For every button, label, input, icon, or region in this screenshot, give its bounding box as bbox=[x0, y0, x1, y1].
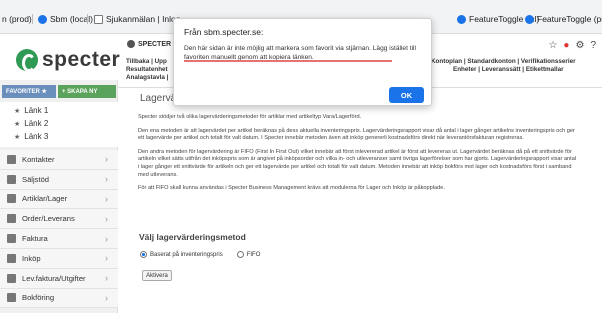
specter-logo-icon bbox=[16, 49, 38, 72]
sidebar: FAVORITER ★ + SKAPA NY ★ Länk 1 ★ Länk 2 ★… bbox=[0, 80, 118, 313]
bookmark-featuretoggle-prod[interactable]: FeatureToggle (prod) bbox=[525, 14, 602, 24]
description-paragraph: Specter stödjer två olika lagervärdering… bbox=[138, 114, 362, 120]
bookmark-separator bbox=[32, 14, 33, 24]
sidebar-buttons: FAVORITER ★ + SKAPA NY bbox=[0, 85, 116, 98]
supplier-invoice-icon bbox=[7, 273, 16, 283]
cart-icon bbox=[7, 214, 16, 224]
description-paragraph: Den andra metoden för lagervärdering är … bbox=[138, 148, 577, 178]
valuation-method-options: Baserat på inventeringspris FIFO bbox=[140, 251, 260, 258]
favorite-link[interactable]: ★ Länk 1 bbox=[14, 104, 118, 117]
radio-unchecked-icon[interactable] bbox=[236, 251, 244, 258]
ok-button[interactable]: OK bbox=[389, 87, 424, 103]
sidebar-item-label: Bokföring bbox=[22, 293, 55, 303]
contacts-icon bbox=[7, 154, 16, 164]
section-title: Välj lagervärderingsmetod bbox=[139, 232, 246, 242]
sidebar-item-bokforing[interactable]: Bokföring › bbox=[0, 288, 118, 309]
annotation-underline bbox=[184, 60, 392, 62]
subnav-links[interactable]: Tillbaka | Upp bbox=[126, 58, 167, 66]
app-title-text: SPECTER A bbox=[138, 40, 178, 48]
favorite-link[interactable]: ★ Länk 2 bbox=[14, 117, 118, 130]
star-icon: ★ bbox=[14, 133, 21, 141]
settings-icon[interactable]: ⚙ bbox=[575, 40, 584, 51]
star-icon: ★ bbox=[14, 120, 21, 128]
create-new-button[interactable]: + SKAPA NY bbox=[58, 85, 116, 98]
notification-icon[interactable]: ● bbox=[563, 40, 569, 51]
sidebar-item-label: Säljstöd bbox=[22, 174, 50, 184]
subnav-links[interactable]: Analagstavla | bbox=[126, 74, 168, 82]
ledger-icon bbox=[7, 293, 16, 303]
sidebar-item-label: Faktura bbox=[22, 234, 48, 244]
chevron-right-icon: › bbox=[105, 233, 108, 244]
radio-fifo[interactable]: FIFO bbox=[236, 251, 261, 258]
sidebar-item-artiklar-lager[interactable]: Artiklar/Lager › bbox=[0, 189, 118, 210]
star-icon: ★ bbox=[14, 107, 21, 115]
dialog-title: Från sbm.specter.se: bbox=[184, 27, 264, 37]
sidebar-item-inkop[interactable]: Inköp › bbox=[0, 248, 118, 269]
chevron-right-icon: › bbox=[105, 213, 108, 224]
description-paragraph: För att FIFO skall kunna användas i Spec… bbox=[138, 185, 445, 192]
star-icon[interactable]: ☆ bbox=[548, 40, 557, 51]
sidebar-item-lev-faktura[interactable]: Lev.faktura/Utgifter › bbox=[0, 268, 118, 289]
sidebar-item-faktura[interactable]: Faktura › bbox=[0, 229, 118, 249]
document-icon bbox=[94, 14, 103, 24]
chevron-right-icon: › bbox=[105, 193, 108, 204]
bookmark-prod[interactable]: n (prod) bbox=[2, 14, 32, 24]
favorite-link[interactable]: ★ Länk 3 bbox=[14, 130, 118, 143]
favorites-list: ★ Länk 1 ★ Länk 2 ★ Länk 3 bbox=[0, 102, 118, 147]
radio-label: FIFO bbox=[246, 251, 261, 258]
sidebar-item-order-leverans[interactable]: Order/Leverans › bbox=[0, 209, 118, 230]
favorite-label: Länk 1 bbox=[24, 106, 49, 115]
globe-icon bbox=[38, 14, 47, 24]
favorite-label: Länk 3 bbox=[24, 132, 49, 141]
activate-button[interactable]: Aktivera bbox=[142, 270, 172, 281]
chevron-right-icon: › bbox=[105, 253, 108, 264]
bookmark-separator bbox=[87, 14, 88, 24]
sidebar-item-label: Inköp bbox=[22, 253, 41, 263]
sidebar-item-saljstod[interactable]: Säljstöd › bbox=[0, 169, 118, 190]
tag-icon bbox=[7, 194, 16, 204]
favorites-button[interactable]: FAVORITER ★ bbox=[2, 85, 56, 98]
chevron-right-icon: › bbox=[105, 154, 108, 165]
logo-text: specter bbox=[42, 48, 121, 71]
sidebar-item-label: Artiklar/Lager bbox=[22, 194, 68, 204]
subnav-links[interactable]: Resultatenhet bbox=[126, 66, 168, 74]
sidebar-item-label: Lev.faktura/Utgifter bbox=[22, 273, 86, 283]
globe-icon bbox=[457, 14, 466, 24]
chevron-right-icon: › bbox=[105, 174, 108, 185]
bookmark-label: n (prod) bbox=[2, 14, 32, 24]
radio-checked-icon[interactable] bbox=[140, 251, 147, 258]
bookmark-label: FeatureToggle (prod) bbox=[537, 14, 602, 24]
help-icon[interactable]: ? bbox=[590, 40, 596, 51]
globe-icon bbox=[525, 14, 534, 24]
sidebar-item-label: Order/Leverans bbox=[22, 214, 75, 224]
description: Specter stödjer två olika lagervärdering… bbox=[138, 114, 578, 199]
purchase-icon bbox=[7, 253, 16, 263]
header-icons: ☆ ● ⚙ ? bbox=[548, 40, 596, 51]
chevron-right-icon: › bbox=[105, 292, 108, 303]
chevron-right-icon: › bbox=[105, 273, 108, 284]
sidebar-item-kontakter[interactable]: Kontakter › bbox=[0, 150, 118, 170]
app-title: SPECTER A bbox=[127, 40, 178, 48]
radio-inventory-price[interactable]: Baserat på inventeringspris bbox=[140, 251, 223, 258]
description-paragraph: Den ena metoden är att lagervärdet per a… bbox=[138, 127, 575, 142]
specter-logo[interactable]: specter bbox=[16, 48, 120, 72]
favorite-label: Länk 2 bbox=[24, 119, 49, 128]
bookmark-sbm-local[interactable]: Sbm (local) bbox=[38, 14, 93, 24]
radio-label: Baserat på inventeringspris bbox=[150, 251, 223, 258]
invoice-icon bbox=[7, 234, 16, 244]
sidebar-menu: Kontakter › Säljstöd › Artiklar/Lager › Ord… bbox=[0, 150, 118, 309]
sales-icon bbox=[7, 174, 16, 184]
subnav-links[interactable]: Kontoplan | Standardkonton | Verifikatio… bbox=[431, 58, 576, 66]
sidebar-item-label: Kontakter bbox=[22, 154, 55, 164]
subnav-links[interactable]: Enheter | Leveranssätt | Etikettmallar bbox=[453, 66, 564, 74]
page-title: Lagervä bbox=[140, 93, 177, 104]
alert-dialog: Från sbm.specter.se: Den här sidan är in… bbox=[173, 18, 432, 106]
user-icon bbox=[127, 40, 135, 48]
